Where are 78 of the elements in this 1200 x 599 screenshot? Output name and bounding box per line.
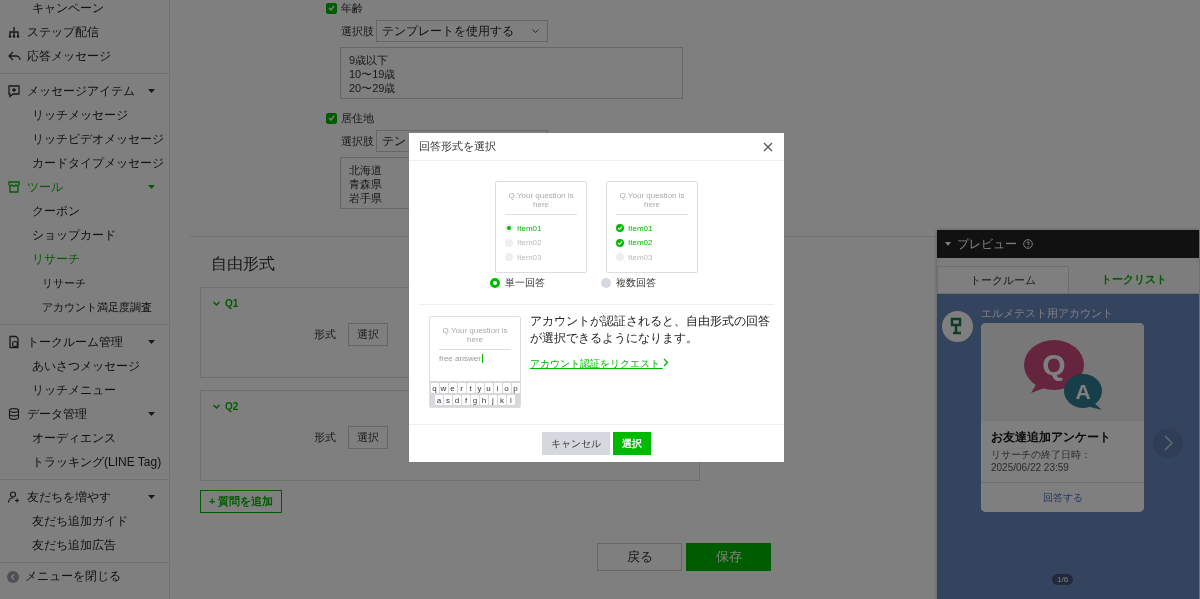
caret-icon[interactable] xyxy=(148,340,155,344)
option-item: Item01 xyxy=(628,223,653,233)
keyboard-drawing: q w e r t y u i o p a s d f g h j k l xyxy=(430,381,520,407)
options-textarea[interactable]: 9歳以下 10〜19歳 20〜29歳 xyxy=(340,47,683,99)
select-button[interactable]: 選択 xyxy=(613,432,651,455)
sidebar-item[interactable]: ショップカード xyxy=(0,223,169,247)
close-icon[interactable] xyxy=(762,140,774,153)
field-label: 選択肢 xyxy=(341,133,374,149)
sidebar-item[interactable]: 友だち追加広告 xyxy=(0,533,169,557)
preview-tab[interactable]: トークルーム xyxy=(937,266,1069,293)
option-item: Item02 xyxy=(517,238,542,248)
sidebar-item[interactable]: トラッキング(LINE Tag) xyxy=(0,450,169,474)
chat-plus-icon xyxy=(7,84,21,98)
dialog-title: 回答形式を選択 xyxy=(419,139,496,154)
field-label: 選択肢 xyxy=(341,23,374,39)
template-dropdown[interactable]: テンプレートを使用する xyxy=(376,20,548,42)
collapse-menu-link[interactable]: メニューを閉じる xyxy=(25,568,121,585)
card-title: お友達追加アンケート xyxy=(990,429,1112,446)
cancel-button[interactable]: キャンセル xyxy=(542,432,610,455)
avatar-icon xyxy=(942,311,973,342)
caret-icon[interactable] xyxy=(945,242,951,246)
caret-icon[interactable] xyxy=(148,89,155,93)
option-item: Item03 xyxy=(628,252,653,262)
document-icon xyxy=(7,335,21,349)
sidebar-item[interactable]: カードタイプメッセージ xyxy=(0,151,169,175)
back-button[interactable]: 戻る xyxy=(597,543,682,571)
checkbox-label: 年齢 xyxy=(341,0,363,16)
sidebar-item[interactable]: オーディエンス xyxy=(0,426,169,450)
database-icon xyxy=(7,407,21,421)
help-icon[interactable] xyxy=(1023,239,1033,249)
sidebar-item[interactable]: リッチメニュー xyxy=(0,378,169,402)
answer-type-radio[interactable]: 単一回答 xyxy=(490,276,587,290)
select-button[interactable]: 選択 xyxy=(348,323,388,346)
chevron-icon xyxy=(213,404,220,409)
sidebar-item[interactable]: キャンペーン xyxy=(0,0,169,20)
card-date: 2025/06/22 23:59 xyxy=(990,461,1070,474)
sidebar-item[interactable]: ステップ配信 xyxy=(0,20,169,44)
sidebar-item[interactable]: リッチビデオメッセージ xyxy=(0,127,169,151)
add-person-icon xyxy=(7,490,21,504)
select-button[interactable]: 選択 xyxy=(348,426,388,449)
sidebar-item[interactable]: トークルーム管理 xyxy=(0,330,169,354)
sidebar-item[interactable]: データ管理 xyxy=(0,402,169,426)
option-item: Item02 xyxy=(628,238,653,248)
option-item: Item01 xyxy=(517,223,542,233)
answer-text: free answer xyxy=(438,353,484,366)
sidebar-item[interactable]: リッチメッセージ xyxy=(0,103,169,127)
sidebar-item[interactable]: 友だちを増やす xyxy=(0,485,169,509)
chevron-icon xyxy=(213,301,220,306)
question-text: Q.Your question is here xyxy=(616,191,688,215)
answer-button[interactable]: 回答する xyxy=(981,482,1144,512)
shop-icon xyxy=(7,180,21,194)
checkbox[interactable] xyxy=(326,112,337,124)
checkbox-label: 居住地 xyxy=(341,110,374,126)
chevron-down-icon xyxy=(532,29,539,33)
answer-type-radio[interactable]: 複数回答 xyxy=(601,276,698,290)
sidebar-item[interactable]: メッセージアイテム xyxy=(0,79,169,103)
option-item: Item03 xyxy=(517,252,542,262)
request-verification-link[interactable]: アカウント認証をリクエスト xyxy=(530,357,669,371)
chevron-right-icon xyxy=(662,358,669,367)
caret-icon[interactable] xyxy=(148,495,155,499)
reply-icon xyxy=(7,49,21,63)
sidebar-item[interactable]: アカウント満足度調査 xyxy=(0,295,169,319)
sidebar-item[interactable]: 友だち追加ガイド xyxy=(0,509,169,533)
caret-icon[interactable] xyxy=(148,412,155,416)
sidebar-item[interactable]: あいさつメッセージ xyxy=(0,354,169,378)
card-subtitle: リサーチの終了日時： xyxy=(990,448,1092,461)
panel-title: プレビュー xyxy=(957,235,1017,253)
sidebar-item[interactable]: クーポン xyxy=(0,199,169,223)
section-heading: 自由形式 xyxy=(211,254,275,274)
field-label: 形式 xyxy=(314,430,336,445)
sidebar-item[interactable]: 応答メッセージ xyxy=(0,44,169,68)
checkbox[interactable] xyxy=(326,2,337,14)
sidebar-item[interactable]: リサーチ xyxy=(0,271,169,295)
field-label: 形式 xyxy=(314,327,336,342)
question-text: Q.Your question is here xyxy=(505,191,577,215)
info-message: アカウントが認証されると、自由形式の回答が選択できるようになります。 xyxy=(530,313,771,347)
hierarchy-icon xyxy=(7,25,21,39)
question-text: Q.Your question is here xyxy=(439,326,511,350)
